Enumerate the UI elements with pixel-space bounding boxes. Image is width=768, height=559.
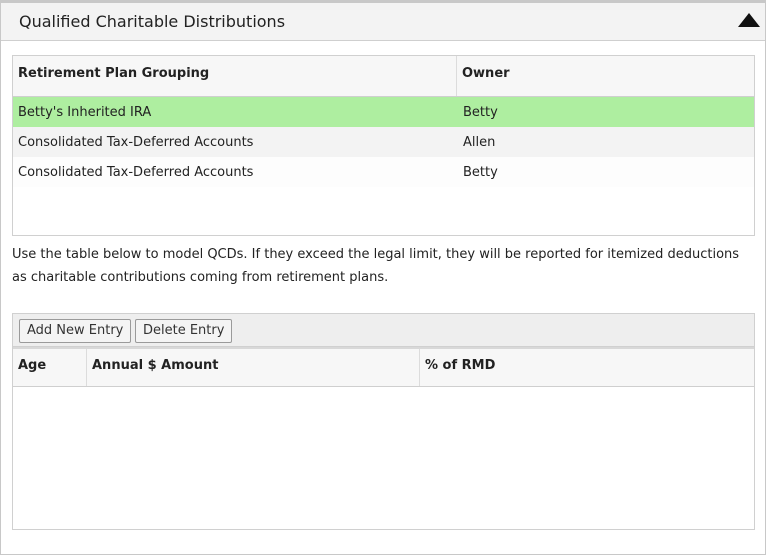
owner-cell: Betty [463,104,498,120]
column-header-annual-amount[interactable]: Annual $ Amount [87,349,420,386]
table-row[interactable]: Consolidated Tax-Deferred Accounts Betty [13,157,754,187]
table-row[interactable]: Betty's Inherited IRA Betty [13,97,754,127]
qcd-table: Age Annual $ Amount % of RMD [12,347,755,530]
delete-entry-button[interactable]: Delete Entry [135,319,233,343]
table-row[interactable]: Consolidated Tax-Deferred Accounts Allen [13,127,754,157]
qcd-toolbar: Add New Entry Delete Entry [12,313,755,347]
grouping-cell: Consolidated Tax-Deferred Accounts [18,134,254,150]
owner-cell: Betty [463,164,498,180]
table-header: Age Annual $ Amount % of RMD [13,347,754,387]
owner-cell: Allen [463,134,496,150]
grouping-cell: Betty's Inherited IRA [18,104,152,120]
grouping-cell: Consolidated Tax-Deferred Accounts [18,164,254,180]
column-header-age[interactable]: Age [13,349,87,386]
table-header: Retirement Plan Grouping Owner [13,56,754,97]
panel-header[interactable]: Qualified Charitable Distributions [1,3,765,41]
add-new-entry-button[interactable]: Add New Entry [19,319,132,343]
retirement-plan-table: Retirement Plan Grouping Owner Betty's I… [12,55,755,236]
panel-title: Qualified Charitable Distributions [19,12,286,31]
instructions-text: Use the table below to model QCDs. If th… [12,247,740,285]
column-header-owner[interactable]: Owner [457,56,754,96]
column-header-grouping[interactable]: Retirement Plan Grouping [13,56,457,96]
column-header-percent-rmd[interactable]: % of RMD [420,349,754,386]
collapse-button[interactable] [738,11,760,29]
triangle-up-icon [738,13,760,27]
qcd-table-body [13,387,754,528]
